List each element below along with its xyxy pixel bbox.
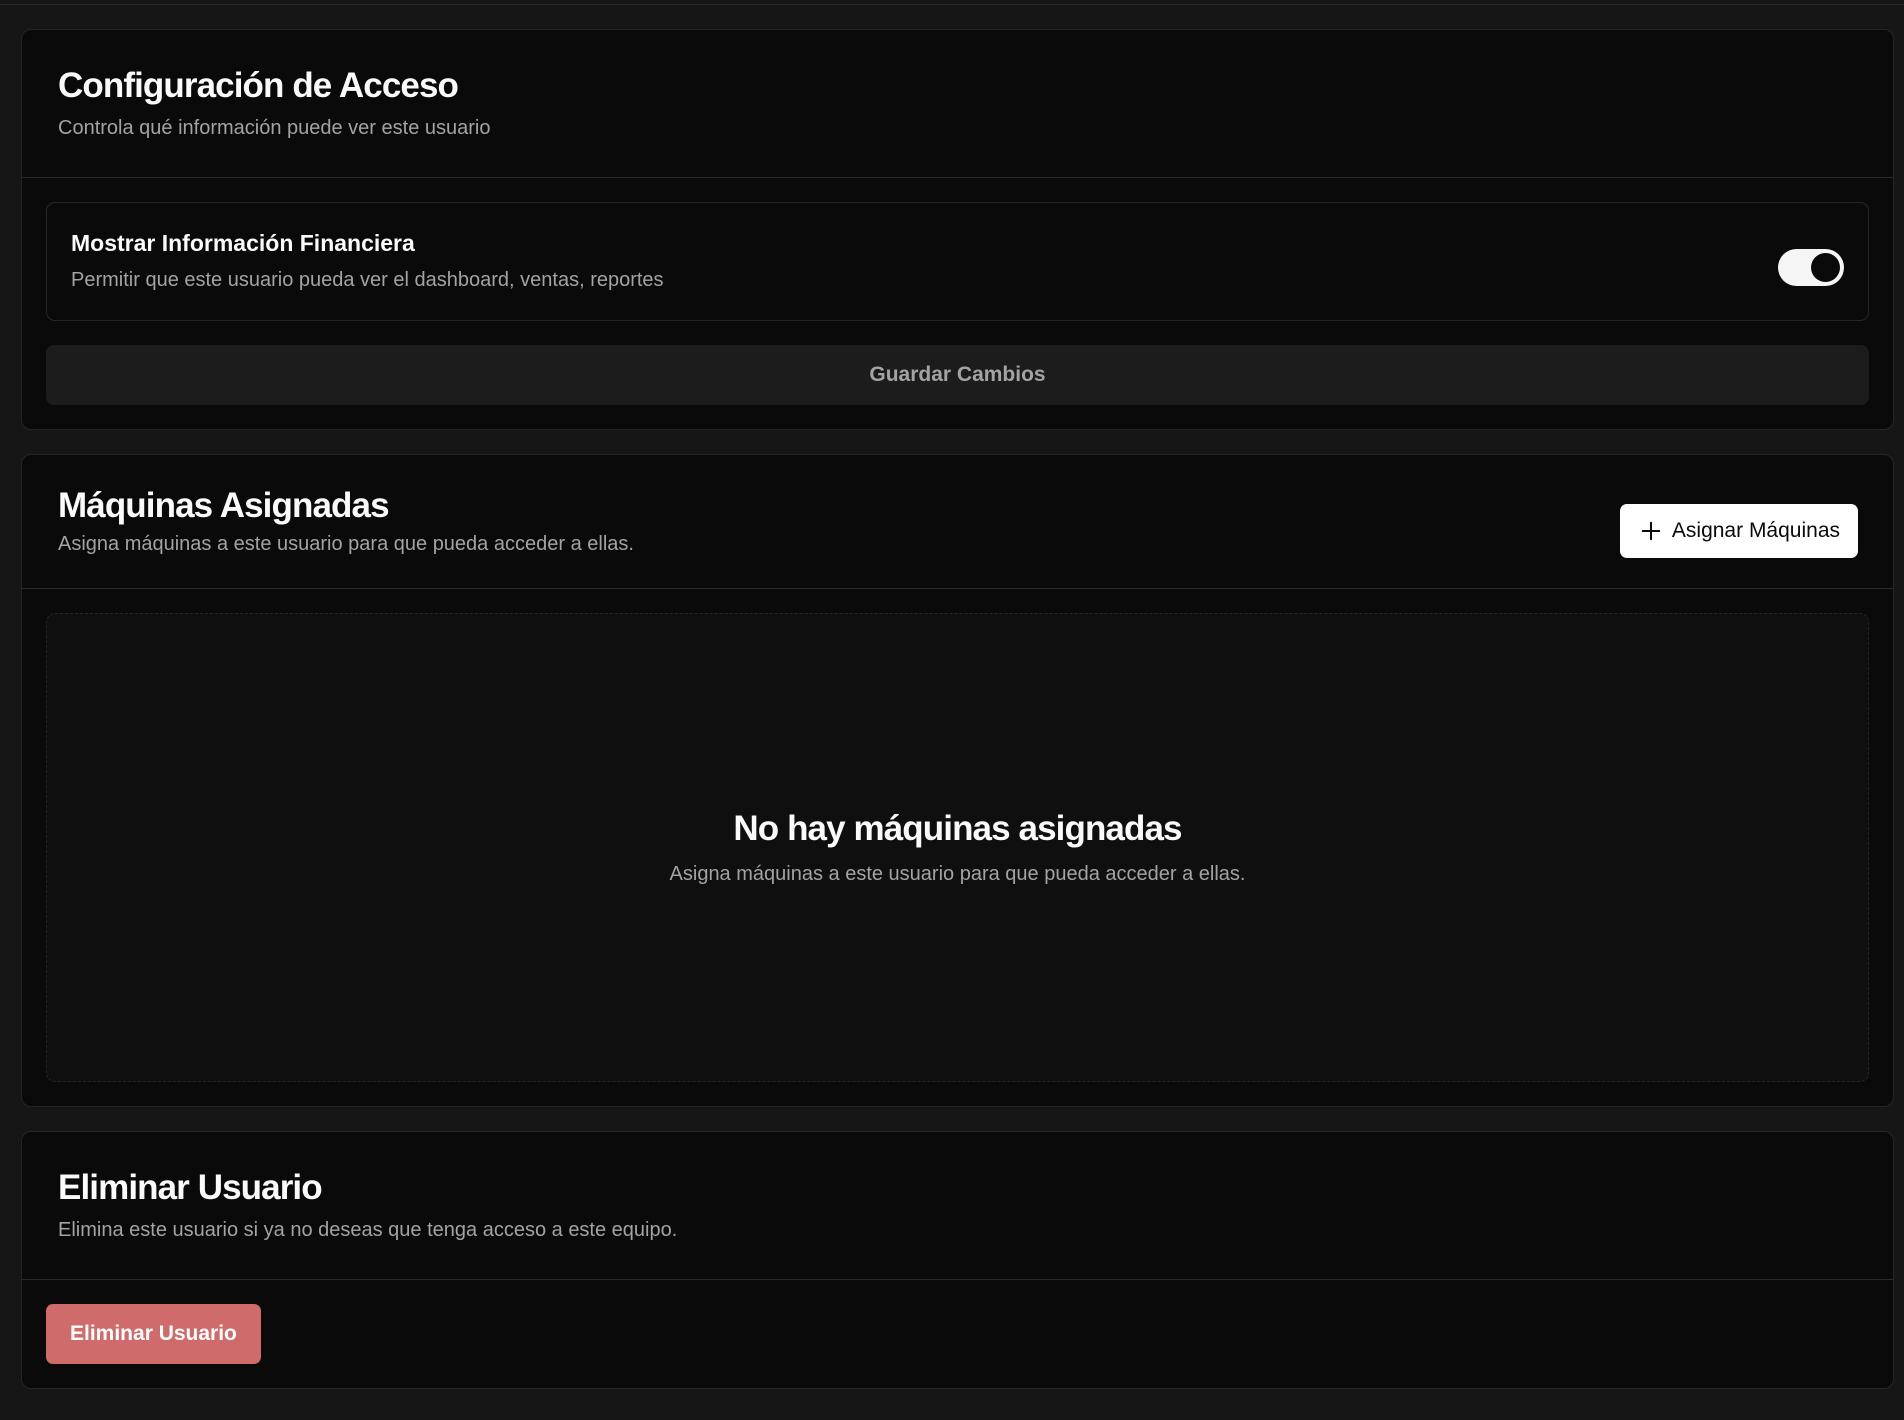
delete-user-header: Eliminar Usuario Elimina este usuario si…	[22, 1132, 1893, 1280]
delete-user-description: Elimina este usuario si ya no deseas que…	[58, 1219, 678, 1241]
user-settings-page: Configuración de Acceso Controla qué inf…	[21, 29, 1894, 1413]
assigned-machines-body: No hay máquinas asignadas Asigna máquina…	[22, 589, 1893, 1106]
assigned-machines-header: Máquinas Asignadas Asigna máquinas a est…	[22, 455, 1893, 589]
assign-machines-label: Asignar Máquinas	[1671, 519, 1840, 542]
financial-info-description: Permitir que este usuario pueda ver el d…	[71, 268, 664, 291]
delete-user-body: Eliminar Usuario	[22, 1280, 1893, 1388]
assigned-machines-card: Máquinas Asignadas Asigna máquinas a est…	[21, 454, 1894, 1107]
delete-user-button[interactable]: Eliminar Usuario	[46, 1304, 261, 1364]
financial-info-setting: Mostrar Información Financiera Permitir …	[46, 202, 1869, 321]
empty-state-description: Asigna máquinas a este usuario para que …	[669, 863, 1246, 885]
toggle-knob	[1811, 253, 1840, 282]
assigned-machines-title: Máquinas Asignadas	[58, 486, 390, 525]
access-config-title: Configuración de Acceso	[58, 66, 459, 105]
save-changes-button[interactable]: Guardar Cambios	[46, 345, 1869, 405]
assign-machines-button[interactable]: Asignar Máquinas	[1619, 504, 1858, 558]
delete-user-card: Eliminar Usuario Elimina este usuario si…	[21, 1131, 1894, 1389]
top-divider	[0, 0, 1904, 5]
financial-info-toggle[interactable]	[1778, 249, 1844, 286]
access-config-header: Configuración de Acceso Controla qué inf…	[22, 30, 1893, 178]
delete-user-title: Eliminar Usuario	[58, 1168, 323, 1207]
access-config-card: Configuración de Acceso Controla qué inf…	[21, 29, 1894, 430]
assigned-machines-description: Asigna máquinas a este usuario para que …	[58, 533, 634, 555]
empty-state-title: No hay máquinas asignadas	[733, 809, 1182, 848]
plus-icon	[1641, 521, 1661, 541]
access-config-description: Controla qué información puede ver este …	[58, 117, 491, 139]
empty-state: No hay máquinas asignadas Asigna máquina…	[46, 613, 1869, 1082]
access-config-body: Mostrar Información Financiera Permitir …	[22, 178, 1893, 429]
financial-info-label: Mostrar Información Financiera	[71, 230, 415, 256]
